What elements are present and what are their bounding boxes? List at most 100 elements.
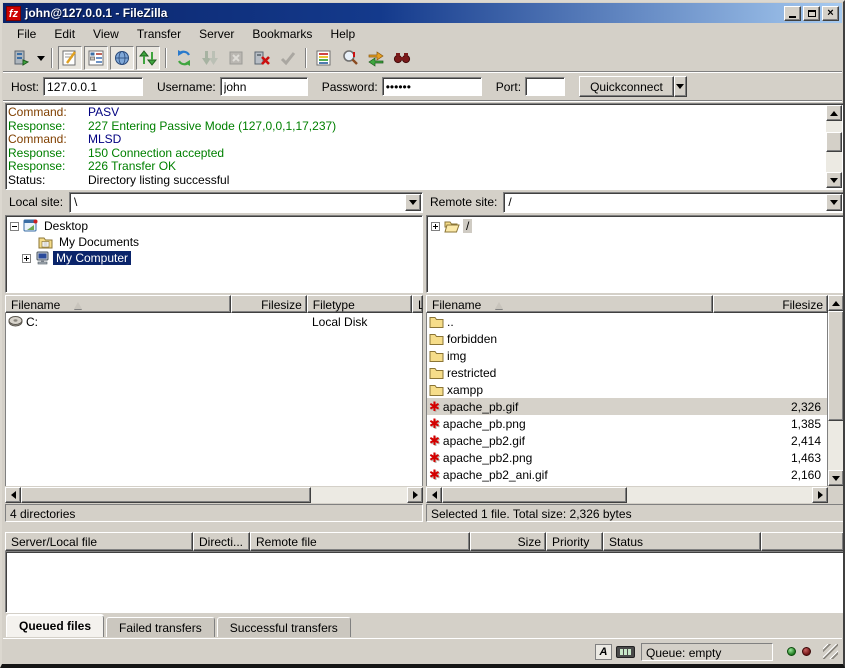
refresh-button[interactable]: [172, 46, 196, 70]
queue-column-priority[interactable]: Priority: [546, 532, 603, 551]
toolbar-separator: [305, 48, 307, 68]
image-file-icon: ✱: [429, 417, 440, 430]
disconnect-button[interactable]: [250, 46, 274, 70]
queue-column-server-local-file[interactable]: Server/Local file: [5, 532, 193, 551]
remote-row-folder[interactable]: img: [427, 347, 827, 364]
remote-tree: /: [426, 215, 844, 293]
queue-icon: [139, 49, 157, 67]
local-tree: Desktop My Documents My Computer: [5, 215, 423, 293]
remote-scroll-left[interactable]: [426, 487, 442, 503]
tree-item-my-computer[interactable]: My Computer: [6, 250, 422, 266]
process-queue-button[interactable]: [198, 46, 222, 70]
toggle-remote-tree-button[interactable]: [110, 46, 134, 70]
queue-tabs: Queued files Failed transfers Successful…: [6, 615, 353, 637]
menu-help[interactable]: Help: [321, 25, 364, 43]
log-scrollbar-thumb[interactable]: [826, 132, 842, 152]
queue-column-size[interactable]: Size: [470, 532, 546, 551]
menu-edit[interactable]: Edit: [45, 25, 84, 43]
tab-failed-transfers[interactable]: Failed transfers: [106, 617, 215, 637]
remote-row-folder[interactable]: restricted: [427, 364, 827, 381]
synchronized-browsing-button[interactable]: [364, 46, 388, 70]
cancel-transfer-button[interactable]: [224, 46, 248, 70]
resize-grip[interactable]: [823, 644, 838, 659]
remote-hscroll-thumb[interactable]: [442, 487, 627, 503]
remote-row-file[interactable]: ✱ apache_pb.png 1,385: [427, 415, 827, 432]
remote-scroll-up[interactable]: [828, 295, 844, 311]
chevron-down-icon: [676, 84, 684, 89]
expand-expander[interactable]: [22, 254, 31, 263]
remote-row-file[interactable]: ✱ apache_pb2_ani.gif 2,160: [427, 466, 827, 483]
chevron-down-icon: [830, 200, 838, 205]
log-scroll-up[interactable]: [826, 105, 842, 121]
host-input[interactable]: [43, 77, 143, 96]
tab-successful-transfers[interactable]: Successful transfers: [217, 617, 351, 637]
remote-vscroll-thumb[interactable]: [828, 311, 844, 421]
remote-row-parent[interactable]: ..: [427, 313, 827, 330]
minimize-button[interactable]: [784, 6, 801, 21]
local-site-combobox[interactable]: \: [69, 192, 423, 213]
menu-file[interactable]: File: [8, 25, 45, 43]
toggle-message-log-button[interactable]: [58, 46, 82, 70]
log-scroll-down[interactable]: [826, 172, 842, 188]
local-column-filetype[interactable]: Filetype: [307, 295, 412, 313]
directory-comparison-button[interactable]: [338, 46, 362, 70]
local-row-c-drive[interactable]: C: Local Disk: [6, 313, 422, 330]
minimize-icon: [789, 16, 796, 18]
queue-column-status[interactable]: Status: [603, 532, 761, 551]
remote-column-filesize[interactable]: Filesize: [713, 295, 828, 313]
close-button[interactable]: ×: [822, 6, 839, 21]
reconnect-button[interactable]: [276, 46, 300, 70]
queue-column-remote-file[interactable]: Remote file: [250, 532, 470, 551]
remote-hscrollbar: [426, 487, 828, 503]
queue-column-direction[interactable]: Directi...: [193, 532, 250, 551]
remote-scroll-right[interactable]: [812, 487, 828, 503]
remote-row-folder[interactable]: forbidden: [427, 330, 827, 347]
directory-filter-button[interactable]: [312, 46, 336, 70]
collapse-expander[interactable]: [10, 222, 19, 231]
remote-site-combo-arrow[interactable]: [826, 194, 842, 211]
local-scroll-left[interactable]: [5, 487, 21, 503]
remote-scroll-down[interactable]: [828, 470, 844, 486]
menu-bookmarks[interactable]: Bookmarks: [243, 25, 321, 43]
local-scroll-right[interactable]: [407, 487, 423, 503]
local-site-combo-arrow[interactable]: [405, 194, 421, 211]
tree-item-root[interactable]: /: [427, 218, 843, 234]
transfer-type-icon[interactable]: A: [595, 644, 612, 660]
menu-server[interactable]: Server: [190, 25, 243, 43]
folder-icon: [429, 333, 444, 345]
remote-row-file[interactable]: ✱ apache_pb2.gif 2,414: [427, 432, 827, 449]
quickconnect-button[interactable]: Quickconnect: [579, 76, 674, 97]
local-column-last-modified[interactable]: L: [412, 295, 423, 313]
cancel-icon: [227, 49, 245, 67]
menu-transfer[interactable]: Transfer: [128, 25, 190, 43]
local-column-filename[interactable]: Filename: [5, 295, 231, 313]
password-input[interactable]: [382, 77, 482, 96]
message-log-lines: Command:PASV Response:227 Entering Passi…: [8, 106, 825, 187]
port-input[interactable]: [525, 77, 565, 96]
remote-column-filename[interactable]: Filename: [426, 295, 713, 313]
menu-view[interactable]: View: [84, 25, 128, 43]
folder-icon: [429, 316, 444, 328]
tree-item-desktop[interactable]: Desktop: [6, 218, 422, 234]
find-files-button[interactable]: [390, 46, 414, 70]
site-manager-dropdown[interactable]: [34, 47, 47, 69]
local-column-filesize[interactable]: Filesize: [231, 295, 306, 313]
remote-row-folder[interactable]: xampp: [427, 381, 827, 398]
tree-item-my-documents[interactable]: My Documents: [6, 234, 422, 250]
maximize-button[interactable]: [803, 6, 820, 21]
title-bar[interactable]: fz john@127.0.0.1 - FileZilla ×: [3, 3, 842, 23]
local-scroll-thumb[interactable]: [21, 487, 311, 503]
username-input[interactable]: [220, 77, 308, 96]
remote-site-combobox[interactable]: /: [503, 192, 844, 213]
speed-limit-icon[interactable]: [616, 646, 635, 658]
toggle-local-tree-button[interactable]: [84, 46, 108, 70]
expand-expander[interactable]: [431, 222, 440, 231]
remote-row-file[interactable]: ✱ apache_pb2.png 1,463: [427, 449, 827, 466]
site-manager-button[interactable]: [9, 46, 33, 70]
tab-queued-files[interactable]: Queued files: [6, 615, 104, 637]
remote-row-file-selected[interactable]: ✱ apache_pb.gif 2,326: [427, 398, 827, 415]
local-file-list: C: Local Disk: [5, 313, 423, 486]
toggle-queue-button[interactable]: [136, 46, 160, 70]
refresh-icon: [175, 49, 193, 67]
quickconnect-dropdown[interactable]: [674, 76, 687, 97]
